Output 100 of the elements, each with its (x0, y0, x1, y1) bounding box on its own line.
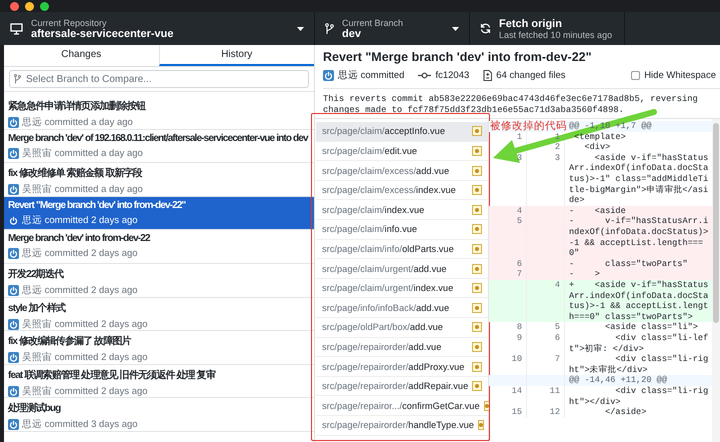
old-line-number: 7 (516, 269, 522, 280)
changed-file-item[interactable]: src/page/claim/acceptInfo.vue (316, 122, 488, 142)
minimize-button[interactable] (25, 2, 34, 10)
code-text: <div class="li-right">未审批</div> (568, 354, 710, 376)
changed-file-item[interactable]: src/page/info/infoBack/add.vue (316, 298, 488, 318)
scrollbar[interactable] (712, 119, 720, 442)
commit-title: 紧急急件申请详情页添加删除按钮 (8, 99, 146, 113)
commit-title: 开发22期迭代 (8, 268, 64, 281)
modified-icon (484, 400, 490, 411)
fetch-button[interactable]: Fetch origin Last fetched 10 minutes ago (470, 12, 625, 45)
code-text: - class="twoParts" (568, 258, 689, 270)
commit-item[interactable]: 处理测试bug 思远 committed 3 days ago (4, 398, 314, 432)
commit-item[interactable]: style 加个样式 吴照宙 committed 2 days ago (4, 298, 314, 332)
tab[interactable]: History (158, 45, 314, 66)
commit-byline: 思远 committed a day ago (22, 116, 133, 129)
changed-file-item[interactable]: src/page/claim/info.vue (316, 220, 488, 240)
modified-icon (472, 302, 482, 313)
code-text: - > (568, 269, 601, 280)
commit-item[interactable]: Merge branch 'dev' of 192.168.0.11:client/aftersale-servicecenter-vue into dev 吴照宙 committed a day ago (4, 130, 314, 164)
commit-item[interactable]: Revert "Merge branch 'dev' into from-dev-22" 思远 committed 2 days ago (4, 196, 314, 230)
old-line-number: 3 (516, 152, 522, 163)
sync-icon (480, 23, 491, 34)
branch-selector[interactable]: Current Branch dev (315, 12, 470, 45)
commit-item[interactable]: feat 联调索赔管理 处理意见 旧件无须返件 处理 复审 吴照宙 committed 2 days ago (4, 364, 314, 398)
modified-icon (472, 381, 482, 392)
old-line-number: 1 (516, 132, 522, 142)
changed-file-item[interactable]: src/page/repairorder/add.vue (316, 338, 488, 358)
commit-title: Merge branch 'dev' of 192.168.0.11:client/aftersale-servicecenter-vue into dev (8, 132, 308, 144)
changed-file-item[interactable]: src/page/claim/urgent/index.vue (316, 278, 488, 298)
changed-file-item[interactable]: src/page/claim/excess/index.vue (316, 180, 488, 200)
repository-name: aftersale-servicecenter-vue (31, 28, 174, 40)
new-line-number: 6 (554, 332, 560, 343)
commit-item[interactable]: 开发22期迭代 思远 committed 2 days ago (4, 264, 314, 298)
modified-icon (472, 322, 482, 332)
commit-byline: 思远 committed 3 days ago (22, 418, 138, 432)
avatar-icon (8, 248, 19, 260)
branch-icon (14, 74, 21, 84)
branch-name: dev (342, 28, 362, 40)
changed-file-item[interactable]: src/page/repairor.../confirmGetCar.vue (316, 396, 488, 416)
zoom-button[interactable] (40, 2, 49, 10)
old-line-number: 6 (516, 258, 522, 269)
avatar-icon (8, 184, 19, 196)
modified-icon (472, 283, 482, 294)
fetch-label: Fetch origin (499, 18, 563, 30)
modified-icon (472, 244, 482, 254)
commit-byline: 吴照宙 committed 2 days ago (22, 351, 148, 364)
changed-file-item[interactable]: src/page/claim/edit.vue (316, 142, 488, 162)
hide-whitespace-label: Hide Whitespace (644, 70, 716, 81)
code-text: <aside class="li"> (604, 322, 699, 333)
code-text: <div class="li-right"></div> (568, 386, 710, 408)
code-text: <div class="li-left">初审: </div> (568, 332, 710, 354)
commit-byline: 吴照宙 committed a day ago (22, 146, 143, 160)
code-text: </aside> (604, 407, 648, 418)
commit-title: Merge branch 'dev' into from-dev-22 (8, 233, 150, 244)
new-line-number: 12 (550, 407, 560, 418)
close-button[interactable] (10, 2, 19, 10)
old-line-number: 4 (516, 206, 522, 216)
commit-byline: 吴照宙 committed a day ago (22, 183, 143, 196)
modified-icon (472, 166, 482, 176)
caret-icon (452, 26, 459, 30)
changed-file-item[interactable]: src/page/repairorder/addProxy.vue (316, 357, 488, 377)
changed-file-item[interactable]: src/page/claim/urgent/add.vue (316, 259, 488, 279)
changed-file-item[interactable]: src/page/repairorder/handleType.vue (316, 416, 488, 436)
code-text: - <aside (568, 206, 627, 216)
hide-whitespace-checkbox[interactable] (631, 71, 640, 80)
modified-icon (472, 146, 482, 156)
avatar-icon (8, 419, 19, 430)
new-line-number: 5 (554, 322, 560, 332)
modified-icon (472, 185, 482, 196)
modified-icon (472, 264, 482, 274)
changed-file-item[interactable]: src/page/claim/index.vue (316, 200, 488, 220)
branch-label: Current Branch (342, 18, 404, 28)
avatar-icon (8, 318, 19, 330)
code-text: - v-if="hasStatusArr.indexOf(infoData.docStatus)>-1 && acceptList.length===0" (568, 216, 710, 259)
annotation-text: 被修改掉的代码 (490, 120, 567, 132)
avatar-icon (8, 148, 19, 159)
new-line-number: 7 (554, 354, 560, 364)
commit-title: 处理测试bug (8, 402, 60, 416)
commit-sha: fc12043 (435, 70, 470, 81)
new-line-number: 11 (550, 386, 560, 396)
code-text: <template> (573, 132, 627, 142)
changed-file-item[interactable]: src/page/repairorder/addRepair.vue (316, 376, 488, 396)
new-line-number: 2 (554, 142, 560, 152)
commit-item[interactable]: fix 修改编辑传参漏了 故障图片 吴照宙 committed 2 days ago (4, 331, 314, 365)
repository-label: Current Repository (31, 18, 108, 28)
new-line-number: 3 (554, 152, 560, 163)
commit-item[interactable]: Merge branch 'dev' into from-dev-22 思远 committed 2 days ago (4, 230, 314, 264)
commit-byline: 思远 committed 2 days ago (22, 284, 138, 297)
modified-icon (472, 204, 482, 215)
old-line-number: 10 (512, 354, 522, 364)
branch-compare-field[interactable]: Select Branch to Compare... (9, 70, 309, 88)
code-text: <div> (583, 142, 612, 153)
modified-icon (472, 342, 482, 352)
changed-file-item[interactable]: src/page/claim/excess/add.vue (316, 161, 488, 181)
avatar-icon (8, 352, 19, 364)
changed-file-item[interactable]: src/page/oldPart/box/add.vue (316, 318, 488, 338)
code-text: <aside v-if="hasStatusArr.indexOf(infoData.docStatus)>-1" class="addMiddleTitle-bigMargin">申请审批</aside> (568, 152, 710, 206)
changed-file-item[interactable]: src/page/claim/info/oldParts.vue (316, 240, 488, 260)
file-diff-icon (483, 70, 492, 81)
commit-item[interactable]: 紧急急件申请详情页添加删除按钮 思远 committed a day ago (4, 96, 314, 130)
